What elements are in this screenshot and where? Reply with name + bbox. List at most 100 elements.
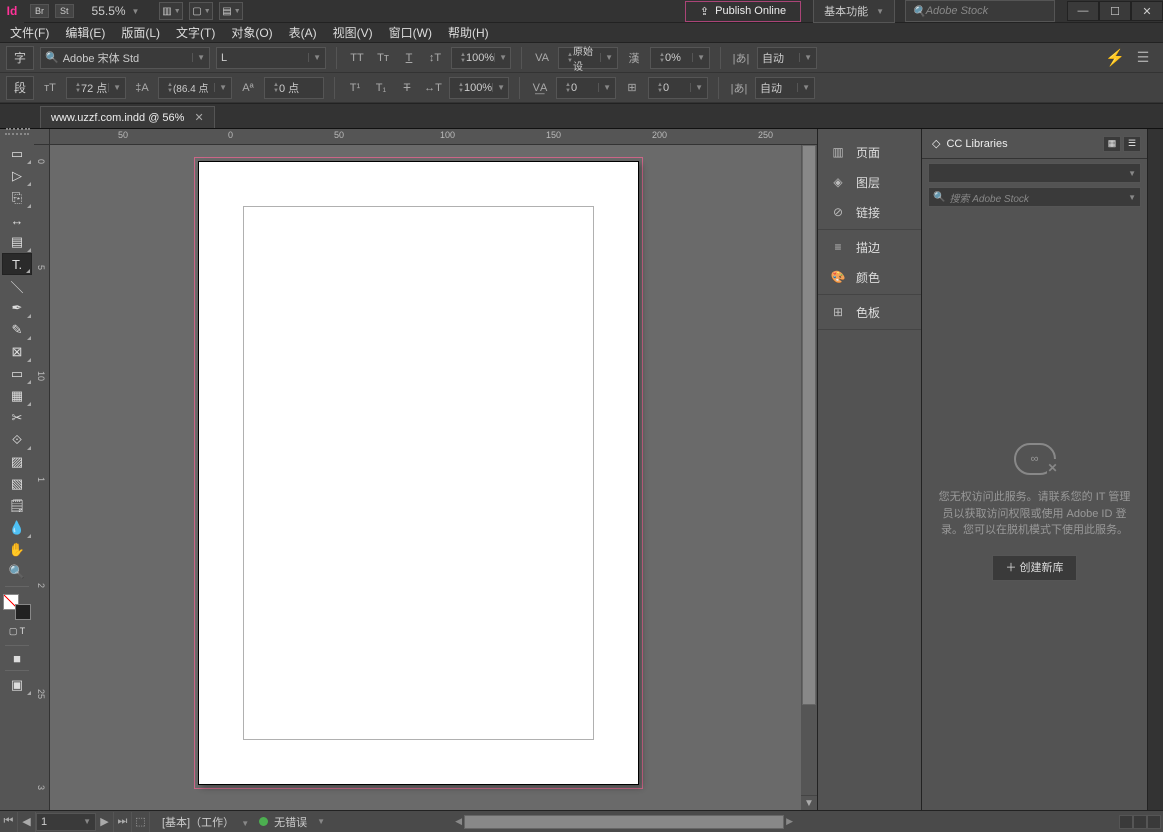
open-dialog-icon[interactable]: ⬚ [132, 812, 150, 832]
panel-grip-icon[interactable] [6, 128, 30, 132]
eyedropper-tool[interactable]: 💧 [2, 517, 32, 539]
apply-container-icon[interactable]: ▢ T [2, 620, 32, 642]
free-transform-tool[interactable]: ⟐ [2, 429, 32, 451]
horizontal-scale-input[interactable]: ▲▼ 100% ▼ [449, 77, 509, 99]
create-library-button[interactable]: ＋ 创建新库 [992, 555, 1076, 582]
zoom-tool[interactable]: 🔍 [2, 561, 32, 583]
leading-input[interactable]: ▲▼ (86.4 点 ▼ [158, 77, 232, 99]
font-size-input[interactable]: ▲▼ 72 点 ▼ [66, 77, 126, 99]
close-button[interactable]: ✕ [1131, 1, 1163, 21]
gradient-swatch-tool[interactable]: ▨ [2, 451, 32, 473]
screen-mode-icon[interactable]: ▢▼ [189, 2, 213, 20]
close-tab-icon[interactable]: ✕ [194, 111, 203, 124]
menu-window[interactable]: 窗口(W) [383, 22, 438, 43]
hand-tool[interactable]: ✋ [2, 539, 32, 561]
rectangle-frame-tool[interactable]: ⊠ [2, 341, 32, 363]
menu-table[interactable]: 表(A) [283, 22, 323, 43]
preflight-profile[interactable]: [基本]（工作） ▼ [162, 814, 249, 830]
gradient-feather-tool[interactable]: ▧ [2, 473, 32, 495]
links-panel-button[interactable]: ⊘链接 [818, 197, 921, 227]
tsume-input[interactable]: ▲▼ 0% ▼ [650, 47, 710, 69]
small-caps-icon[interactable]: Tᴛ [373, 47, 393, 69]
corner-button[interactable] [1119, 815, 1133, 829]
arrange-icon[interactable]: ▥▼ [159, 2, 183, 20]
kerning-dropdown[interactable]: ▲▼ 原始设 ▼ [558, 47, 618, 69]
collapsed-panel-strip[interactable] [1147, 129, 1163, 811]
language2-dropdown[interactable]: 自动 ▼ [755, 77, 815, 99]
font-style-dropdown[interactable]: L ▼ [216, 47, 326, 69]
page-tool[interactable]: ⎘ [2, 187, 32, 209]
swatches-panel-button[interactable]: ⊞色板 [818, 297, 921, 327]
strikethrough-icon[interactable]: T [397, 77, 417, 99]
color-panel-button[interactable]: 🎨颜色 [818, 262, 921, 292]
pencil-tool[interactable]: ✎ [2, 319, 32, 341]
menu-view[interactable]: 视图(V) [327, 22, 379, 43]
gap-tool[interactable]: ↔ [2, 209, 32, 231]
stroke-panel-button[interactable]: ≡描边 [818, 232, 921, 262]
corner-button[interactable] [1133, 815, 1147, 829]
canvas-area[interactable]: 50 0 50 100 150 200 250 0 5 10 1 2 25 3 [34, 129, 817, 811]
font-family-dropdown[interactable]: 🔍 Adobe 宋体 Std ▼ [40, 47, 210, 69]
prev-page-button[interactable]: ◀ [18, 812, 36, 832]
vertical-ruler[interactable]: 0 5 10 1 2 25 3 [34, 145, 50, 811]
line-tool[interactable]: ＼ [2, 275, 32, 297]
paragraph-tab[interactable]: 段 [6, 76, 34, 100]
document-page[interactable] [198, 161, 639, 785]
content-collector-tool[interactable]: ▤ [2, 231, 32, 253]
type-tool[interactable]: T. [2, 253, 32, 275]
ruler-origin[interactable] [34, 129, 50, 145]
zoom-level-dropdown[interactable]: 55.5% ▼ [92, 4, 140, 18]
scrollbar-thumb[interactable] [464, 815, 784, 829]
pages-panel-button[interactable]: ▥页面 [818, 137, 921, 167]
grid-input[interactable]: ▲▼ 0 ▼ [648, 77, 708, 99]
menu-help[interactable]: 帮助(H) [442, 22, 495, 43]
subscript-icon[interactable]: T₁ [371, 77, 391, 99]
underline-icon[interactable]: T [399, 47, 419, 69]
list-view-icon[interactable]: ☰ [1123, 136, 1141, 152]
next-page-button[interactable]: ▶ [96, 812, 114, 832]
menu-file[interactable]: 文件(F) [4, 22, 55, 43]
preflight-status[interactable]: 无错误 ▼ [259, 814, 325, 830]
document-tab[interactable]: www.uzzf.com.indd @ 56% ✕ [40, 106, 215, 128]
tracking-input[interactable]: ▲▼ 0 ▼ [556, 77, 616, 99]
scissors-tool[interactable]: ✂ [2, 407, 32, 429]
pen-tool[interactable]: ✒ [2, 297, 32, 319]
minimize-button[interactable]: — [1067, 1, 1099, 21]
publish-online-button[interactable]: ⇪ Publish Online [685, 1, 801, 22]
scroll-left-icon[interactable]: ◀ [455, 816, 462, 827]
direct-selection-tool[interactable]: ▷ [2, 165, 32, 187]
scrollbar-down-icon[interactable]: ▼ [801, 795, 817, 811]
menu-object[interactable]: 对象(O) [225, 22, 278, 43]
vertical-scale-input[interactable]: ▲▼ 100% ▼ [451, 47, 511, 69]
view-layout-icon[interactable]: ▤▼ [219, 2, 243, 20]
all-caps-icon[interactable]: TT [347, 47, 367, 69]
maximize-button[interactable]: ☐ [1099, 1, 1131, 21]
horizontal-scrollbar[interactable]: ◀ ▶ [455, 815, 793, 829]
page-number-input[interactable]: 1 ▼ [36, 813, 96, 831]
selection-tool[interactable]: ▭ [2, 143, 32, 165]
baseline-shift-input[interactable]: ▲▼ 0 点 [264, 77, 324, 99]
grid-view-icon[interactable]: ▦ [1103, 136, 1121, 152]
cc-libraries-tab[interactable]: ◇ CC Libraries ▦ ☰ [922, 129, 1147, 159]
last-page-button[interactable]: ⏭ [114, 812, 132, 832]
superscript-icon[interactable]: T¹ [345, 77, 365, 99]
horizontal-grid-tool[interactable]: ▦ [2, 385, 32, 407]
bridge-button[interactable]: Br [30, 4, 49, 18]
panel-menu-icon[interactable]: ☰ [1133, 47, 1153, 69]
scroll-right-icon[interactable]: ▶ [786, 816, 793, 827]
rectangle-tool[interactable]: ▭ [2, 363, 32, 385]
corner-button[interactable] [1147, 815, 1161, 829]
apply-color-icon[interactable]: ■ [2, 649, 32, 667]
stock-button[interactable]: St [55, 4, 74, 18]
workspace-dropdown[interactable]: 基本功能 ▼ [813, 0, 895, 23]
quick-apply-icon[interactable]: ⚡ [1105, 47, 1125, 69]
character-tab[interactable]: 字 [6, 46, 34, 70]
horizontal-ruler[interactable]: 50 0 50 100 150 200 250 [50, 129, 817, 145]
menu-edit[interactable]: 编辑(E) [59, 22, 111, 43]
fill-stroke-swatch[interactable] [3, 594, 31, 620]
menu-layout[interactable]: 版面(L) [115, 22, 166, 43]
scrollbar-thumb[interactable] [802, 145, 816, 705]
adobe-stock-search[interactable]: 🔍 Adobe Stock [905, 0, 1055, 22]
view-mode-icon[interactable]: ▣ [2, 674, 32, 696]
first-page-button[interactable]: ⏮ [0, 812, 18, 832]
